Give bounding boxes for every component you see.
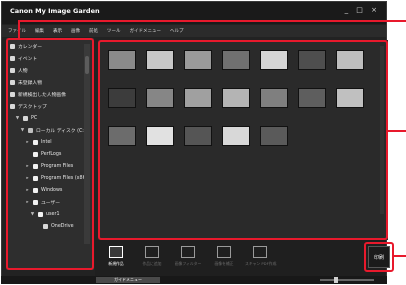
top-callout-line bbox=[18, 20, 406, 22]
app-root: Canon My Image Garden _ □ × ファイル 編集 表示 画… bbox=[0, 0, 406, 285]
window-controls[interactable]: _ □ × bbox=[345, 6, 380, 14]
app-title: Canon My Image Garden bbox=[10, 7, 100, 15]
menu-file[interactable]: ファイル bbox=[8, 28, 26, 34]
image-filter-icon bbox=[181, 246, 195, 258]
toolbar-tool-label: 画像を補正 bbox=[214, 261, 234, 266]
toolbar-tool[interactable]: 新規作品 bbox=[101, 246, 131, 274]
toolbar-tool-label: 画像フィルター bbox=[174, 261, 202, 266]
zoom-slider[interactable] bbox=[320, 279, 374, 281]
sidebar-callout-line bbox=[18, 20, 20, 38]
guide-menu-button[interactable]: ガイドメニュー bbox=[96, 277, 160, 283]
menu-guide[interactable]: ガイドメニュー bbox=[130, 28, 162, 34]
toolbar-tool-label: スキャン PDF作成 bbox=[245, 261, 277, 266]
zoom-slider-knob[interactable] bbox=[334, 277, 338, 283]
menu-edit[interactable]: 編集 bbox=[35, 28, 44, 34]
toolbar-tool-label: 作品に追加 bbox=[142, 261, 162, 266]
menu-view[interactable]: 表示 bbox=[53, 28, 62, 34]
toolbar-tool[interactable]: 作品に追加 bbox=[137, 246, 167, 274]
new-work-icon bbox=[109, 246, 123, 258]
menu-bar: ファイル 編集 表示 画像 前処 ツール ガイドメニュー ヘルプ bbox=[2, 25, 386, 37]
toolbar-tool[interactable]: 画像フィルター bbox=[173, 246, 203, 274]
add-to-work-icon bbox=[145, 246, 159, 258]
pdf-icon bbox=[253, 246, 267, 258]
toolbar-tool[interactable]: スキャン PDF作成 bbox=[245, 246, 277, 274]
thumbnail-area-highlight bbox=[98, 40, 388, 240]
toolbar-tool-label: 新規作品 bbox=[108, 261, 124, 266]
menu-preprocess[interactable]: 前処 bbox=[89, 28, 98, 34]
toolbar-tool[interactable]: 画像を補正 bbox=[209, 246, 239, 274]
image-correct-icon bbox=[217, 246, 231, 258]
menu-tools[interactable]: ツール bbox=[107, 28, 121, 34]
print-callout-line bbox=[394, 255, 406, 257]
print-button-highlight bbox=[364, 242, 394, 272]
menu-image[interactable]: 画像 bbox=[71, 28, 80, 34]
thumbnail-callout-line bbox=[388, 130, 406, 132]
menu-help[interactable]: ヘルプ bbox=[170, 28, 184, 34]
sidebar-highlight bbox=[6, 38, 94, 270]
